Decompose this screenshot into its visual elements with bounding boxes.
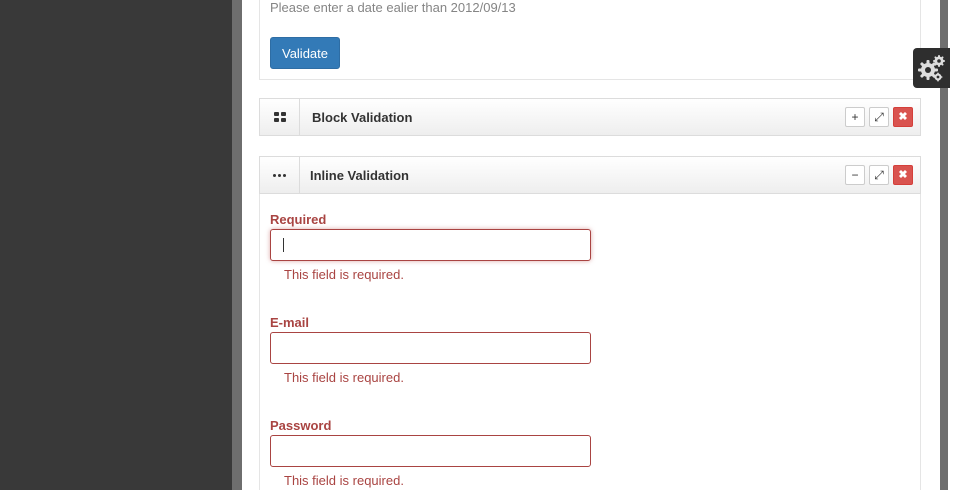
password-input[interactable] [270, 435, 591, 467]
block-validation-icon-cell [260, 99, 300, 135]
left-border [232, 0, 242, 490]
close-button[interactable]: ✖ [893, 165, 913, 185]
password-error: This field is required. [284, 473, 404, 488]
fullscreen-button[interactable]: ⤢ [869, 165, 889, 185]
block-validation-title: Block Validation [312, 110, 413, 125]
required-error: This field is required. [284, 267, 404, 282]
settings-toggle[interactable] [913, 48, 950, 88]
th-large-icon [273, 112, 286, 122]
password-label: Password [270, 418, 332, 433]
required-label: Required [270, 212, 327, 227]
close-button[interactable]: ✖ [893, 107, 913, 127]
block-validation-tools: + ⤢ ✖ [845, 107, 913, 127]
date-validation-panel: Please enter a date ealier than 2012/09/… [259, 0, 921, 80]
ellipsis-icon [273, 173, 286, 177]
email-error: This field is required. [284, 370, 404, 385]
inline-validation-title: Inline Validation [310, 168, 409, 183]
validate-button[interactable]: Validate [270, 37, 340, 69]
email-input[interactable] [270, 332, 591, 364]
inline-validation-tools: − ⤢ ✖ [845, 165, 913, 185]
block-validation-header[interactable]: Block Validation + ⤢ ✖ [259, 98, 921, 136]
fullscreen-button[interactable]: ⤢ [869, 107, 889, 127]
inline-validation-icon-cell [260, 157, 300, 193]
collapse-button[interactable]: − [845, 165, 865, 185]
left-sidebar-background [0, 0, 232, 490]
required-input[interactable] [270, 229, 591, 261]
text-cursor [283, 238, 284, 252]
date-hint-text: Please enter a date ealier than 2012/09/… [270, 0, 516, 15]
expand-button[interactable]: + [845, 107, 865, 127]
inline-validation-body: Required This field is required. E-mail … [259, 194, 921, 490]
main-content: Please enter a date ealier than 2012/09/… [242, 0, 940, 490]
email-label: E-mail [270, 315, 310, 330]
inline-validation-header[interactable]: Inline Validation − ⤢ ✖ [259, 156, 921, 194]
gears-icon [917, 55, 945, 82]
